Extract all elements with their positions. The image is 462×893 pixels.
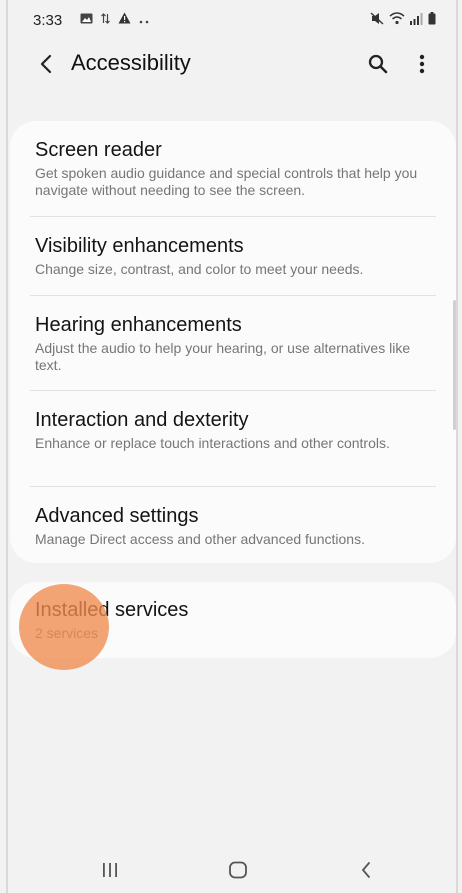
navigation-bar xyxy=(8,848,456,890)
signal-icon xyxy=(410,12,423,28)
more-dots-icon xyxy=(139,13,149,27)
status-bar: 3:33 xyxy=(8,0,456,38)
menu-item-screen-reader[interactable]: Screen reader Get spoken audio guidance … xyxy=(35,138,436,199)
status-left-icons xyxy=(80,12,149,27)
divider xyxy=(30,486,436,487)
accessibility-categories-card: Screen reader Get spoken audio guidance … xyxy=(10,121,456,563)
search-button[interactable] xyxy=(360,46,396,82)
item-title: Hearing enhancements xyxy=(35,314,242,336)
item-subtitle: Change size, contrast, and color to meet… xyxy=(35,261,364,277)
recent-apps-icon xyxy=(103,863,117,877)
back-button[interactable] xyxy=(30,46,62,82)
more-vert-icon xyxy=(419,54,425,74)
item-title: Interaction and dexterity xyxy=(35,409,249,431)
page-title: Accessibility xyxy=(71,50,191,75)
wifi-icon xyxy=(389,12,405,28)
search-icon xyxy=(368,54,388,74)
recent-apps-button[interactable] xyxy=(90,856,130,884)
data-transfer-icon xyxy=(101,12,110,27)
status-right-icons xyxy=(370,12,436,28)
status-time: 3:33 xyxy=(33,12,63,29)
image-icon xyxy=(80,13,93,27)
nav-back-button[interactable] xyxy=(346,856,386,884)
screen-frame-left xyxy=(6,0,8,893)
item-title: Visibility enhancements xyxy=(35,235,244,257)
more-options-button[interactable] xyxy=(408,46,436,82)
screen-frame-right xyxy=(456,0,458,893)
warning-icon xyxy=(118,12,131,27)
item-subtitle: Manage Direct access and other advanced … xyxy=(35,531,365,547)
divider xyxy=(30,216,436,217)
mute-icon xyxy=(370,12,384,28)
item-subtitle: Get spoken audio guidance and special co… xyxy=(35,165,418,198)
battery-icon xyxy=(428,12,436,28)
installed-services-card: Installed services 2 services xyxy=(10,582,456,658)
back-chevron-icon xyxy=(40,54,52,74)
menu-item-visibility-enhancements[interactable]: Visibility enhancements Change size, con… xyxy=(35,234,436,278)
menu-item-hearing-enhancements[interactable]: Hearing enhancements Adjust the audio to… xyxy=(35,313,436,374)
item-title: Screen reader xyxy=(35,139,162,161)
menu-item-advanced-settings[interactable]: Advanced settings Manage Direct access a… xyxy=(35,504,436,548)
home-icon xyxy=(229,861,247,879)
divider xyxy=(30,295,436,296)
item-subtitle: Adjust the audio to help your hearing, o… xyxy=(35,340,411,373)
menu-item-installed-services[interactable]: Installed services 2 services xyxy=(35,598,436,642)
scroll-indicator[interactable] xyxy=(453,300,456,430)
home-button[interactable] xyxy=(218,856,258,884)
app-bar: Accessibility xyxy=(8,40,456,88)
back-icon xyxy=(361,862,370,878)
item-title: Installed services xyxy=(35,599,189,621)
item-subtitle: 2 services xyxy=(35,625,99,641)
divider xyxy=(30,390,436,391)
menu-item-interaction-and-dexterity[interactable]: Interaction and dexterity Enhance or rep… xyxy=(35,408,436,452)
item-subtitle: Enhance or replace touch interactions an… xyxy=(35,435,390,451)
item-title: Advanced settings xyxy=(35,505,199,527)
